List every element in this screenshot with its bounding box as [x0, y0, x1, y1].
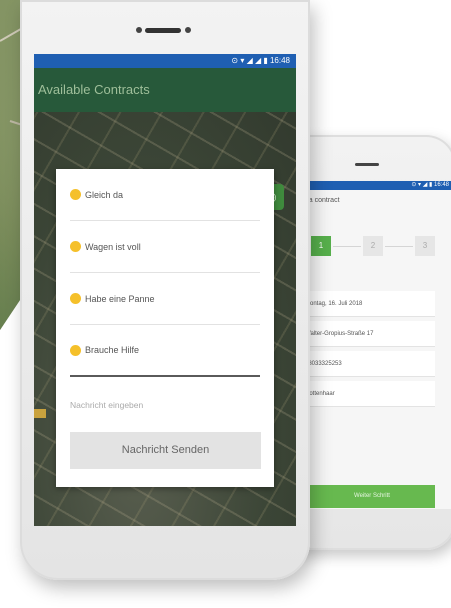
smile-emoji-icon: [70, 241, 81, 252]
main-phone-screen: ⊙ ▾ ◢ ◢ ▮ 16:48 Available Contracts ◉ Gl…: [34, 54, 296, 526]
earpiece: [145, 28, 181, 33]
option-label: Gleich da: [85, 189, 124, 200]
address-field[interactable]: Walter-Gropius-Straße 17: [301, 321, 435, 347]
app-title: Available Contracts: [38, 82, 150, 97]
secondary-phone-screen: ⊙ ▾ ◢ ▮ 16:48 te a contract 1 2 3 Montag…: [301, 181, 451, 509]
send-message-button[interactable]: Nachricht Senden: [70, 432, 261, 469]
quick-message-option[interactable]: Wagen ist voll: [70, 221, 260, 273]
message-input[interactable]: Nachricht eingeben: [70, 393, 260, 417]
quick-message-option[interactable]: Gleich da: [70, 169, 260, 221]
phone-field[interactable]: 08033325253: [301, 351, 435, 377]
quick-message-option[interactable]: Habe eine Panne: [70, 273, 260, 325]
option-label: Wagen ist voll: [85, 241, 141, 252]
step-connector: [333, 246, 361, 247]
step-connector: [385, 246, 413, 247]
app-bar: Available Contracts: [34, 68, 296, 112]
quick-message-option[interactable]: Brauche Hilfe: [70, 325, 260, 377]
earpiece: [355, 163, 379, 166]
camera-icon: [136, 27, 142, 33]
secondary-phone: ⊙ ▾ ◢ ▮ 16:48 te a contract 1 2 3 Montag…: [293, 135, 451, 550]
city-field[interactable]: Rottenhaar: [301, 381, 435, 407]
option-label: Brauche Hilfe: [85, 345, 140, 355]
status-bar: ⊙ ▾ ◢ ▮ 16:48: [301, 181, 451, 190]
quick-message-dialog: Gleich da Wagen ist voll Habe eine Panne…: [56, 169, 274, 487]
status-icons: ⊙ ▾ ◢ ◢ ▮: [231, 56, 270, 65]
sad-emoji-icon: [70, 344, 81, 356]
map-marker[interactable]: [34, 409, 46, 418]
step-1[interactable]: 1: [311, 236, 331, 256]
status-bar: ⊙ ▾ ◢ ◢ ▮ 16:48: [34, 54, 296, 68]
status-time: 16:48: [269, 56, 290, 65]
step-indicator: 1 2 3: [311, 236, 435, 258]
sunglasses-emoji-icon: [70, 189, 81, 200]
tired-emoji-icon: [70, 293, 81, 304]
sensor-icon: [185, 27, 191, 33]
step-2[interactable]: 2: [363, 236, 383, 256]
next-step-button[interactable]: Weiter Schritt: [309, 485, 435, 508]
option-label: Habe eine Panne: [85, 293, 155, 304]
date-field[interactable]: Montag, 16. Juli 2018: [301, 291, 435, 317]
main-phone: ⊙ ▾ ◢ ◢ ▮ 16:48 Available Contracts ◉ Gl…: [20, 0, 310, 580]
step-3[interactable]: 3: [415, 236, 435, 256]
